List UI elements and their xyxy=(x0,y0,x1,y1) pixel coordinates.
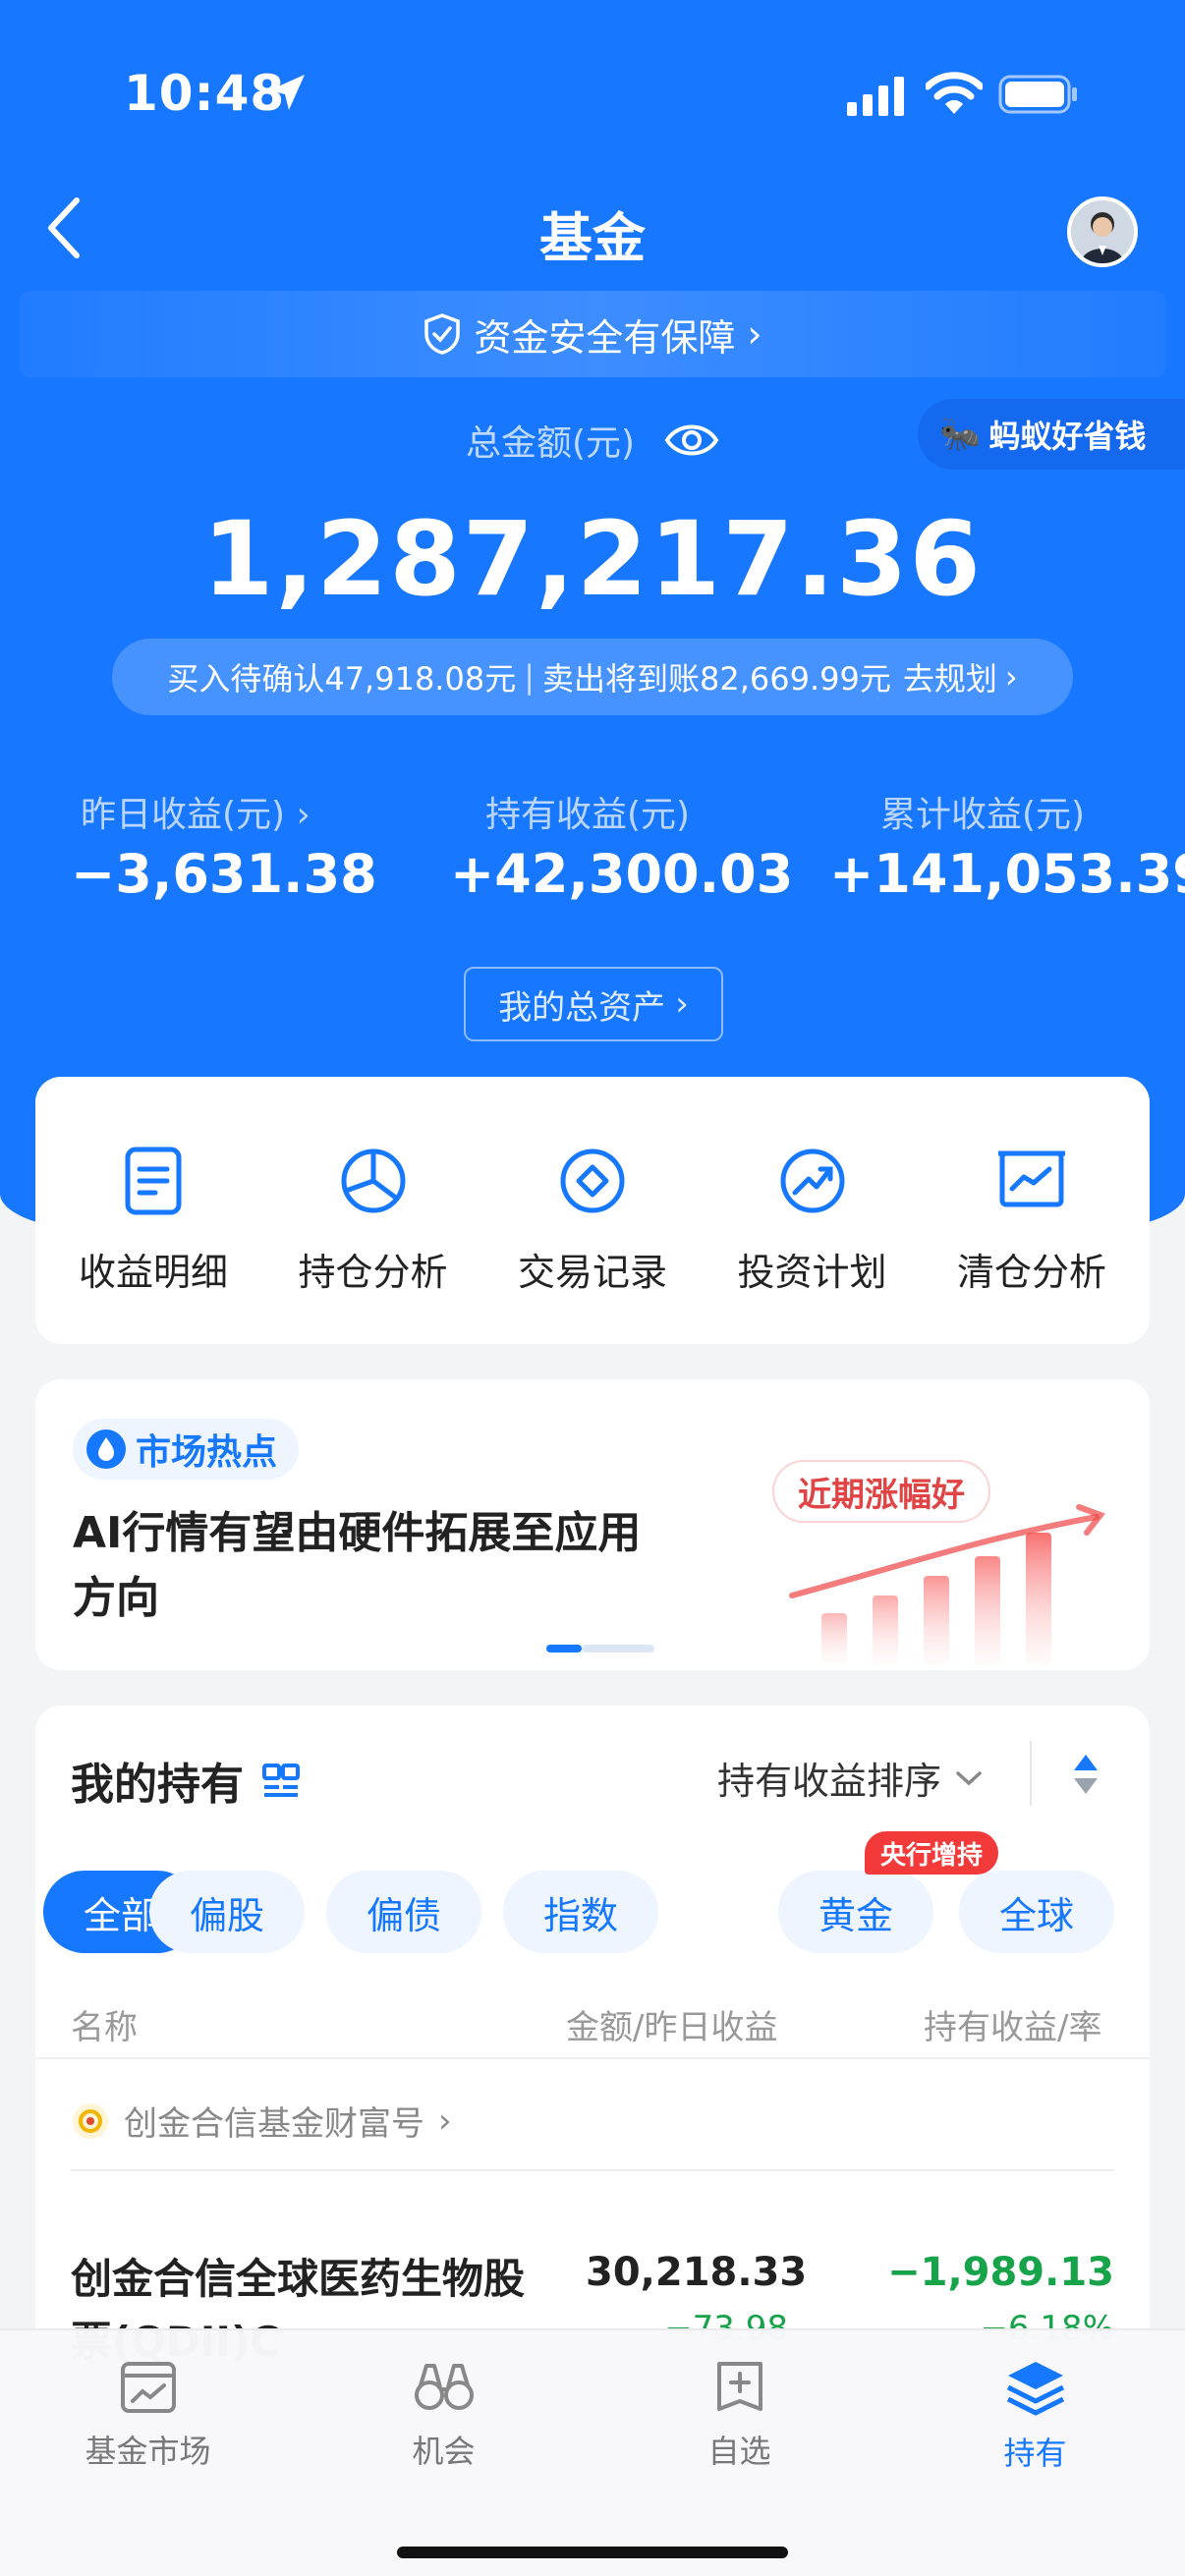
total-amount: 1,287,217.36 xyxy=(202,499,983,619)
fund-holding-profit: −1,989.13 xyxy=(887,2250,1114,2295)
tools-card: 收益明细 持仓分析 交易记录 投资计划 清仓分析 xyxy=(35,1077,1150,1344)
filter-chip-gold[interactable]: 黄金 xyxy=(778,1871,933,1953)
fund-company-name: 创金合信基金财富号 xyxy=(124,2104,424,2144)
column-header-name: 名称 xyxy=(71,2008,138,2047)
tab-fund-market[interactable]: 基金市场 xyxy=(0,2330,296,2576)
cellular-signal-icon xyxy=(847,77,904,116)
battery-icon xyxy=(998,75,1077,114)
trend-up-icon xyxy=(780,1148,844,1213)
total-assets-label: 我的总资产 xyxy=(498,987,666,1028)
sort-label: 持有收益排序 xyxy=(717,1760,942,1803)
stat-label-text: 昨日收益(元) xyxy=(81,795,286,835)
hotspot-headline: AI行情有望由硬件拓展至应用方向 xyxy=(73,1508,642,1623)
gold-promo-tag: 央行增持 xyxy=(865,1831,999,1875)
ant-mascot-icon: 🐜 xyxy=(939,415,982,454)
tool-profit-details[interactable]: 收益明细 xyxy=(55,1077,252,1344)
my-holdings-card: 我的持有 持有收益排序 全部 偏股 偏债 指数 黄金 全球 央行增持 名称 金额… xyxy=(35,1706,1150,2393)
tab-label: 机会 xyxy=(412,2433,476,2470)
grid-view-icon[interactable] xyxy=(261,1761,301,1800)
holdings-title: 我的持有 xyxy=(71,1760,244,1810)
chevron-right-icon: › xyxy=(1004,658,1018,696)
divider: | xyxy=(524,658,535,696)
carousel-indicator xyxy=(546,1645,654,1652)
document-icon xyxy=(125,1147,182,1215)
hotspot-badge: 近期涨幅好 xyxy=(772,1460,990,1523)
tool-transaction-records[interactable]: 交易记录 xyxy=(494,1077,691,1344)
pie-chart-icon xyxy=(341,1148,405,1213)
tab-watchlist[interactable]: 自选 xyxy=(592,2330,887,2576)
total-assets-button[interactable]: 我的总资产 › xyxy=(464,967,723,1041)
chevron-down-icon xyxy=(956,1770,982,1785)
location-arrow-icon xyxy=(269,75,305,110)
filter-chip-index[interactable]: 指数 xyxy=(503,1871,658,1953)
eye-icon[interactable] xyxy=(664,420,719,460)
tool-label: 交易记录 xyxy=(517,1251,667,1294)
chevron-right-icon: › xyxy=(675,984,689,1024)
divider xyxy=(71,2169,1114,2171)
plan-link[interactable]: 去规划 xyxy=(903,654,997,700)
market-hotspot-card[interactable]: 市场热点 AI行情有望由硬件拓展至应用方向 近期涨幅好 xyxy=(35,1379,1150,1670)
yesterday-profit-label[interactable]: 昨日收益(元) › xyxy=(81,786,310,837)
promo-badge[interactable]: 🐜 蚂蚁好省钱 xyxy=(918,399,1185,470)
sort-dropdown[interactable]: 持有收益排序 xyxy=(717,1751,983,1805)
layers-icon xyxy=(1006,2362,1064,2416)
divider xyxy=(1030,1741,1032,1806)
add-box-icon xyxy=(716,2362,762,2411)
home-indicator xyxy=(397,2547,788,2558)
column-header-profit: 持有收益/率 xyxy=(924,2008,1102,2047)
pending-sell: 卖出将到账82,669.99元 xyxy=(541,660,891,698)
fund-company-logo-icon xyxy=(73,2102,108,2139)
wifi-icon xyxy=(926,72,983,114)
tool-position-analysis[interactable]: 持仓分析 xyxy=(275,1077,472,1344)
safety-banner[interactable]: 资金安全有保障 › xyxy=(20,291,1165,377)
total-amount-label: 总金额(元) xyxy=(465,423,636,464)
promo-text: 蚂蚁好省钱 xyxy=(988,418,1147,455)
avatar[interactable] xyxy=(1067,196,1138,267)
filter-chip-equity[interactable]: 偏股 xyxy=(149,1871,305,1953)
tab-label: 持有 xyxy=(1003,2435,1067,2472)
page-title: 基金 xyxy=(539,207,646,269)
tab-holdings[interactable]: 持有 xyxy=(887,2330,1183,2576)
divider xyxy=(35,2057,1150,2059)
diamond-circle-icon xyxy=(560,1148,625,1213)
tab-opportunity[interactable]: 机会 xyxy=(296,2330,592,2576)
status-time: 10:48 xyxy=(124,65,286,122)
holding-profit-label: 持有收益(元) xyxy=(485,795,691,835)
column-header-amount: 金额/昨日收益 xyxy=(566,2008,778,2047)
tab-label: 自选 xyxy=(707,2433,771,2470)
holding-profit-value: +42,300.03 xyxy=(450,843,794,905)
chevron-right-icon: › xyxy=(747,312,762,356)
tool-label: 持仓分析 xyxy=(298,1251,448,1294)
chart-board-icon xyxy=(998,1150,1065,1207)
holdings-title-row: 我的持有 xyxy=(71,1749,301,1812)
shield-check-icon xyxy=(424,313,461,355)
sort-order-icon[interactable] xyxy=(1071,1751,1100,1798)
bottom-tab-bar: 基金市场 机会 自选 持有 xyxy=(0,2328,1185,2576)
tab-label: 基金市场 xyxy=(85,2433,211,2470)
fund-amount: 30,218.33 xyxy=(586,2250,808,2295)
filter-chip-global[interactable]: 全球 xyxy=(959,1871,1114,1953)
binoculars-icon xyxy=(414,2364,474,2410)
pending-buy: 买入待确认47,918.08元 xyxy=(167,660,517,698)
tool-investment-plan[interactable]: 投资计划 xyxy=(714,1077,911,1344)
flame-drop-icon xyxy=(86,1429,126,1469)
fund-company-link[interactable]: 创金合信基金财富号 › xyxy=(71,2097,452,2145)
hotspot-tag-text: 市场热点 xyxy=(136,1432,278,1473)
chevron-right-icon: › xyxy=(438,2100,452,2141)
filter-chip-bond[interactable]: 偏债 xyxy=(326,1871,481,1953)
tool-clearance-analysis[interactable]: 清仓分析 xyxy=(933,1077,1130,1344)
cumulative-profit-value: +141,053.39 xyxy=(829,843,1185,905)
safety-text: 资金安全有保障 xyxy=(474,315,736,360)
person-avatar-icon xyxy=(1071,200,1134,263)
market-icon xyxy=(120,2362,176,2413)
yesterday-profit-value: −3,631.38 xyxy=(71,843,377,905)
tool-label: 收益明细 xyxy=(78,1251,228,1294)
cumulative-profit-label: 累计收益(元) xyxy=(880,795,1086,835)
tool-label: 清仓分析 xyxy=(956,1251,1106,1294)
hotspot-tag: 市场热点 xyxy=(73,1419,300,1480)
pending-transactions-bar[interactable]: 买入待确认47,918.08元 | 卖出将到账82,669.99元 去规划 › xyxy=(112,639,1073,715)
tool-label: 投资计划 xyxy=(737,1251,887,1294)
